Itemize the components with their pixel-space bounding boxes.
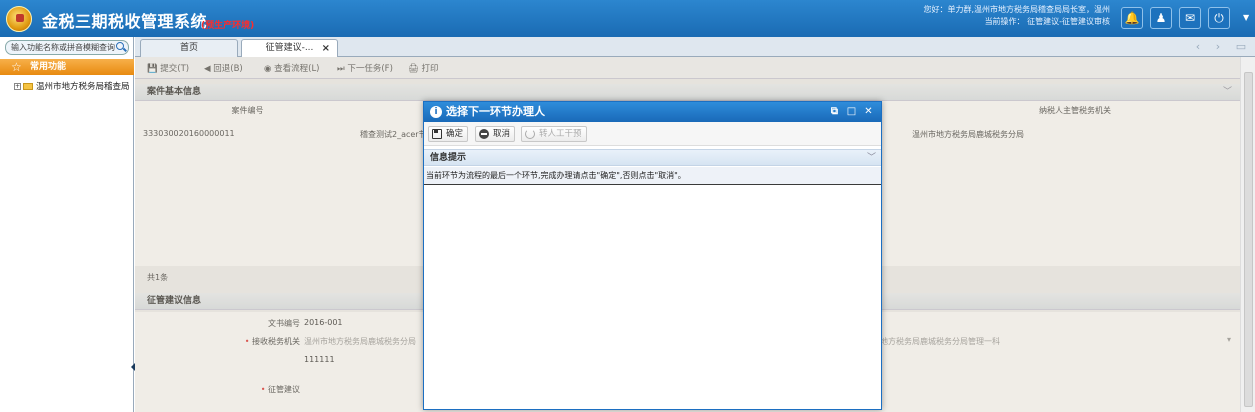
tab-next-icon[interactable]: › <box>1210 40 1226 55</box>
folder-icon <box>23 83 33 90</box>
bell-icon[interactable]: 🔔 <box>1121 7 1143 29</box>
confirm-button[interactable]: 确定 <box>428 126 469 142</box>
info-panel-title: 信息提示 <box>430 153 467 163</box>
minus-circle-icon <box>479 129 489 139</box>
chevron-down-icon[interactable]: ▼ <box>1243 13 1249 22</box>
scroll-thumb[interactable] <box>1244 72 1253 407</box>
current-operation: 当前操作： 征管建议-征管建议审核 <box>984 17 1110 26</box>
power-icon[interactable]: ⏻ <box>1208 7 1230 29</box>
favorites-header[interactable]: ☆ 常用功能 <box>0 59 134 75</box>
tab-bar: 首页 征管建议-... × ‹ › ▭ <box>135 37 1255 57</box>
search-placeholder: 输入功能名称或拼音模糊查询 <box>11 43 115 52</box>
tax-emblem-logo <box>6 6 32 32</box>
dialog-title-bar[interactable]: i 选择下一环节办理人 ⧉ □ ✕ <box>424 102 881 122</box>
user-greeting: 您好：单力群,温州市地方税务局稽查局局长室，温州 <box>923 5 1110 14</box>
favorites-label: 常用功能 <box>30 62 67 72</box>
tab-home-label: 首页 <box>179 43 198 53</box>
close-icon[interactable]: ✕ <box>862 105 875 118</box>
search-icon[interactable] <box>116 42 124 50</box>
tab-prev-icon[interactable]: ‹ <box>1190 40 1206 55</box>
info-message: 当前环节为流程的最后一个环节,完成办理请点击"确定",否则点击"取消"。 <box>424 167 881 185</box>
tab-proposal[interactable]: 征管建议-... × <box>241 39 338 57</box>
expand-icon[interactable]: + <box>14 83 21 90</box>
restore-icon[interactable]: ⧉ <box>828 105 841 118</box>
tree-item-wenzhou-bureau[interactable]: + 温州市地方税务局稽查局 <box>14 80 130 92</box>
function-search-input[interactable]: 输入功能名称或拼音模糊查询 <box>5 40 129 55</box>
dialog-title: 选择下一环节办理人 <box>446 105 545 118</box>
app-header: 金税三期税收管理系统 (预生产环境) 您好：单力群,温州市地方税务局稽查局局长室… <box>0 0 1255 37</box>
transfer-label: 转人工干预 <box>539 129 582 139</box>
sidebar: 输入功能名称或拼音模糊查询 ☆ 常用功能 + 温州市地方税务局稽查局 <box>0 37 136 412</box>
close-icon[interactable]: × <box>322 40 330 57</box>
star-icon: ☆ <box>11 60 22 74</box>
save-icon <box>432 129 442 139</box>
tree-item-label: 温州市地方税务局稽查局 <box>36 82 130 92</box>
transfer-manual-button[interactable]: 转人工干预 <box>521 126 587 142</box>
dialog-toolbar: 确定 取消 转人工干预 <box>424 122 881 146</box>
cancel-label: 取消 <box>493 129 511 139</box>
confirm-label: 确定 <box>446 129 464 139</box>
info-icon: i <box>430 106 442 118</box>
next-handler-dialog: i 选择下一环节办理人 ⧉ □ ✕ 确定 取消 转人工干预 信息提示 ﹀ 当前环… <box>423 101 882 410</box>
maximize-icon[interactable]: □ <box>845 105 858 118</box>
tab-list-icon[interactable]: ▭ <box>1233 40 1249 55</box>
tab-proposal-label: 征管建议-... <box>265 43 314 53</box>
users-icon[interactable]: ♟ <box>1150 7 1172 29</box>
chevron-down-icon[interactable]: ﹀ <box>867 150 876 166</box>
scrollbar[interactable] <box>1240 57 1255 412</box>
cancel-button[interactable]: 取消 <box>475 126 516 142</box>
refresh-icon <box>525 129 535 139</box>
tab-home[interactable]: 首页 <box>140 39 238 57</box>
user-info: 您好：单力群,温州市地方税务局稽查局局长室，温州 当前操作： 征管建议-征管建议… <box>923 4 1110 28</box>
app-title: 金税三期税收管理系统 <box>42 12 208 31</box>
environment-tag: (预生产环境) <box>201 21 255 31</box>
info-panel-header[interactable]: 信息提示 ﹀ <box>424 149 881 166</box>
chat-icon[interactable]: ✉ <box>1179 7 1201 29</box>
